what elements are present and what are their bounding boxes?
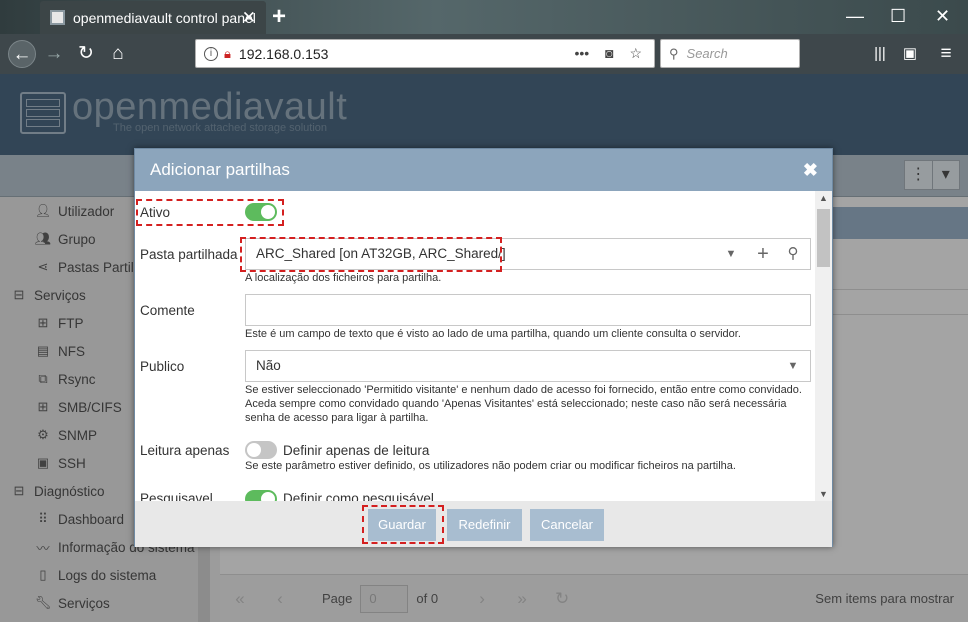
sidebar-toggle-icon[interactable]: ▣	[896, 40, 924, 68]
forward-button[interactable]: →	[40, 40, 68, 68]
page-actions-icon[interactable]: •••	[574, 45, 589, 61]
menu-icon[interactable]: ≡	[932, 40, 960, 68]
search-box[interactable]: ⚲ Search	[660, 39, 800, 68]
browser-nav-bar: ← → ↻ ⌂ i 🔒︎ 192.168.0.153 ••• ◙ ☆ ⚲ Sea…	[0, 34, 968, 74]
comente-help: Este é um campo de texto que é visto ao …	[245, 328, 741, 340]
browser-tab[interactable]: openmediavault control panel ✕	[40, 1, 266, 34]
cancel-button[interactable]: Cancelar	[530, 509, 604, 541]
pocket-icon[interactable]: ◙	[605, 45, 613, 61]
add-folder-icon[interactable]: +	[752, 239, 774, 269]
public-select-value: Não	[256, 358, 281, 373]
url-bar[interactable]: i 🔒︎ 192.168.0.153 ••• ◙ ☆	[195, 39, 655, 68]
comment-input[interactable]	[245, 294, 811, 326]
highlight-ativo	[136, 199, 284, 226]
publico-label: Publico	[140, 359, 185, 374]
pesquisavel-label: Pesquisavel	[140, 491, 213, 501]
minimize-button[interactable]: —	[846, 6, 864, 27]
pasta-label: Pasta partilhada	[140, 247, 238, 262]
highlight-save-button	[362, 505, 444, 544]
tab-close-icon[interactable]: ✕	[242, 8, 256, 28]
site-info-icon[interactable]: i	[204, 46, 218, 61]
read-only-toggle[interactable]	[245, 441, 277, 459]
dialog-header: Adicionar partilhas ✖	[135, 149, 832, 191]
scroll-thumb[interactable]	[817, 209, 830, 267]
bookmark-star-icon[interactable]: ☆	[629, 45, 642, 61]
search-folder-icon[interactable]: ⚲	[782, 239, 804, 269]
reload-button[interactable]: ↻	[72, 40, 100, 68]
highlight-shared-folder	[240, 237, 502, 272]
dialog-footer: Guardar Redefinir Cancelar	[135, 501, 832, 547]
public-select[interactable]: Não ▼	[245, 350, 811, 382]
insecure-lock-icon[interactable]: 🔒︎	[224, 46, 231, 62]
search-icon: ⚲	[669, 45, 679, 61]
omv-favicon-icon	[50, 10, 65, 25]
dialog-scrollbar[interactable]: ▲ ▼	[815, 191, 832, 501]
maximize-button[interactable]: ☐	[890, 6, 906, 27]
browseable-toggle-label: Definir como pesquisável	[283, 491, 434, 501]
pasta-help: A localização dos ficheiros para partilh…	[245, 272, 442, 284]
tab-title: openmediavault control panel	[73, 9, 256, 26]
browseable-toggle[interactable]	[245, 490, 277, 501]
combo-trigger-icon[interactable]: ▼	[720, 239, 742, 269]
comente-label: Comente	[140, 303, 195, 318]
browser-tab-strip: openmediavault control panel ✕ + — ☐ ✕	[0, 0, 968, 34]
dialog-close-icon[interactable]: ✖	[803, 149, 818, 191]
new-tab-button[interactable]: +	[272, 3, 286, 31]
publico-help: Se estiver seleccionado 'Permitido visit…	[245, 384, 802, 424]
scroll-down-icon[interactable]: ▼	[815, 489, 832, 499]
url-text: 192.168.0.153	[238, 45, 329, 62]
close-window-button[interactable]: ✕	[935, 6, 950, 27]
library-icon[interactable]: |||	[866, 40, 894, 68]
back-button[interactable]: ←	[8, 40, 36, 68]
search-placeholder: Search	[686, 46, 728, 61]
select-caret-icon[interactable]: ▼	[782, 351, 804, 381]
scroll-up-icon[interactable]: ▲	[815, 193, 832, 203]
home-button[interactable]: ⌂	[104, 40, 132, 68]
leitura-label: Leitura apenas	[140, 443, 230, 458]
dialog-title: Adicionar partilhas	[150, 160, 290, 179]
reset-button[interactable]: Redefinir	[447, 509, 522, 541]
read-only-toggle-label: Definir apenas de leitura	[283, 443, 430, 458]
leitura-help: Se este parâmetro estiver definido, os u…	[245, 460, 736, 472]
